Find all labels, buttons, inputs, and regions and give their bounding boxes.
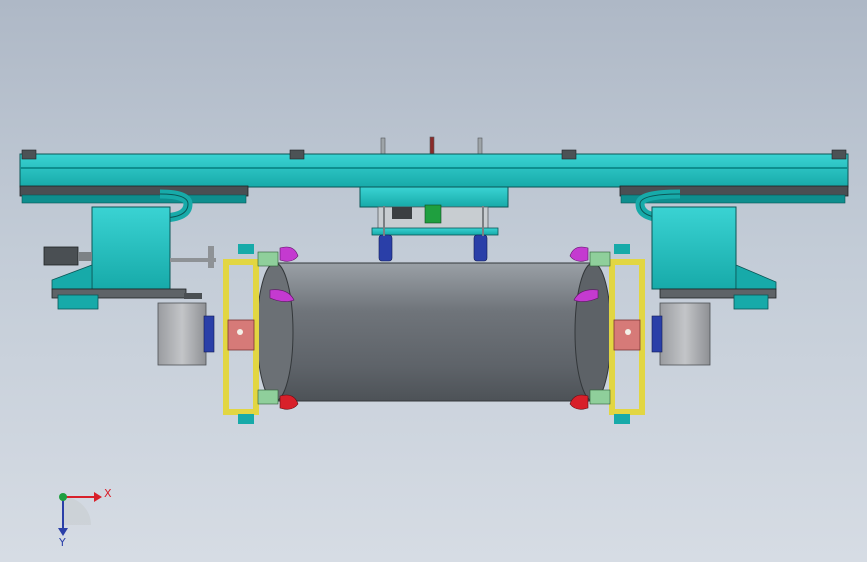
cad-viewport[interactable]: X Y xyxy=(0,0,867,562)
y-axis-label: Y xyxy=(58,536,66,549)
cylinder-workpiece xyxy=(256,262,612,402)
left-drive-unit xyxy=(43,189,216,310)
top-rods xyxy=(380,136,483,157)
coordinate-triad: X Y xyxy=(58,487,112,549)
right-drive-unit xyxy=(635,189,777,310)
center-carriage xyxy=(359,186,509,262)
x-axis-label: X xyxy=(104,487,112,500)
assembly-drawing: X Y xyxy=(19,136,849,549)
